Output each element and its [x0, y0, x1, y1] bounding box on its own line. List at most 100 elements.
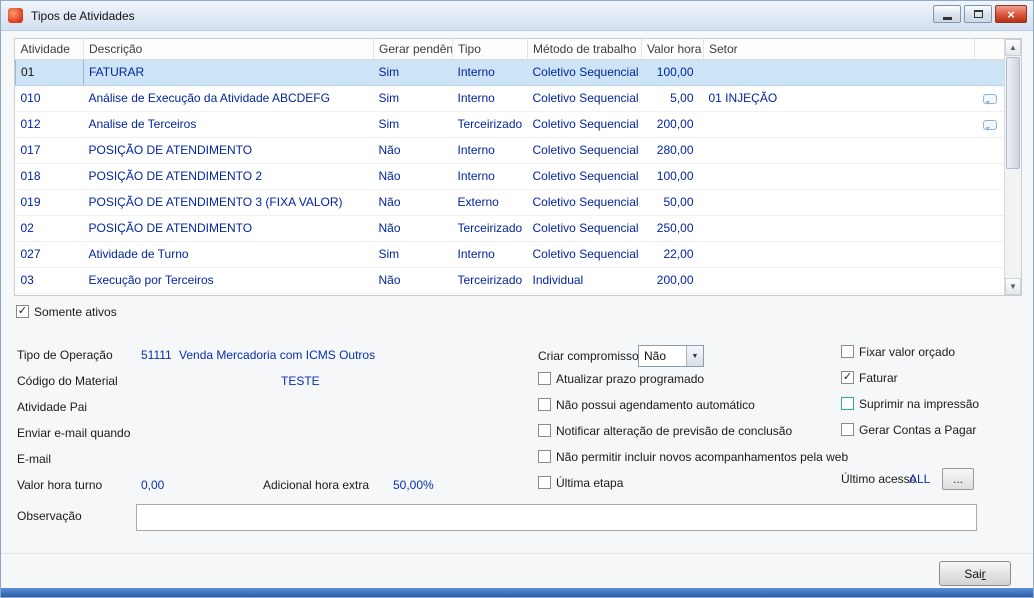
cell-tipo[interactable]: Interno [452, 85, 528, 112]
cell-valor_hora[interactable]: 22,00 [641, 241, 704, 268]
cell-metodo[interactable]: Coletivo Sequencial [527, 85, 642, 112]
cell-atividade[interactable]: 010 [15, 85, 84, 112]
tipo-operacao-code[interactable]: 51111 [141, 348, 172, 362]
column-header-metodo[interactable]: Método de trabalho [527, 39, 642, 60]
cell-metodo[interactable]: Coletivo Sequencial [527, 189, 642, 216]
checkbox-row-gerar-contas-a-pagar[interactable]: Gerar Contas a Pagar [841, 421, 979, 438]
cell-gerar_pendencia[interactable]: Não [373, 215, 453, 242]
cell-tipo[interactable]: Terceirizado [452, 267, 528, 294]
cell-descricao[interactable]: POSIÇÃO DE ATENDIMENTO 2 [83, 163, 374, 190]
checkbox-row-faturar[interactable]: ✓ Faturar [841, 369, 979, 386]
nao-possui-agendamento-automatico-checkbox[interactable] [538, 398, 551, 411]
observacao-input[interactable] [136, 504, 977, 531]
cell-valor_hora[interactable]: 280,00 [641, 137, 704, 164]
close-button[interactable]: × [995, 5, 1027, 23]
cell-atividade[interactable]: 019 [15, 189, 84, 216]
column-header-setor[interactable]: Setor [703, 39, 975, 60]
faturar-checkbox[interactable]: ✓ [841, 371, 854, 384]
cell-descricao[interactable]: FATURAR [83, 59, 374, 86]
cell-atividade[interactable]: 03 [15, 267, 84, 294]
cell-gerar_pendencia[interactable]: Não [373, 189, 453, 216]
cell-metodo[interactable]: Individual [527, 267, 642, 294]
nao-permitir-incluir-acompanhamentos-web-checkbox[interactable] [538, 450, 551, 463]
activity-row[interactable]: 027 Atividade de Turno Sim Interno Coletivo … [15, 241, 1005, 268]
activity-row[interactable]: 02 POSIÇÃO DE ATENDIMENTO Não Terceirizado C… [15, 215, 1005, 242]
cell-metodo[interactable]: Coletivo Sequencial [527, 163, 642, 190]
cell-valor_hora[interactable]: 200,00 [641, 111, 704, 138]
minimize-button[interactable] [933, 5, 961, 23]
activity-row[interactable]: 017 POSIÇÃO DE ATENDIMENTO Não Interno Colet… [15, 137, 1005, 164]
cell-valor_hora[interactable]: 100,00 [641, 163, 704, 190]
cell-descricao[interactable]: POSIÇÃO DE ATENDIMENTO [83, 215, 374, 242]
cell-descricao[interactable]: Analise de Terceiros [83, 111, 374, 138]
activity-row[interactable]: 012 Analise de Terceiros Sim Terceirizado Co… [15, 111, 1005, 138]
cell-setor[interactable] [703, 111, 975, 138]
cell-valor_hora[interactable]: 5,00 [641, 85, 704, 112]
column-header-valor_hora[interactable]: Valor hora [641, 39, 704, 60]
column-header-gerar_pendencia[interactable]: Gerar pendência [373, 39, 453, 60]
checkbox-row-notificar-alteracao-previsao-conclusao[interactable]: Notificar alteração de previsão de concl… [538, 422, 848, 439]
ultimo-acesso-browse-button[interactable]: ... [942, 468, 974, 490]
cell-valor_hora[interactable]: 250,00 [641, 215, 704, 242]
codigo-material-value[interactable]: TESTE [281, 374, 320, 388]
cell-descricao[interactable]: Análise de Execução da Atividade ABCDEFG [83, 85, 374, 112]
cell-atividade[interactable]: 01 [15, 58, 84, 86]
cell-valor_hora[interactable]: 50,00 [641, 189, 704, 216]
activity-row[interactable]: 01 FATURAR Sim Interno Coletivo Sequencial 10… [15, 58, 1005, 86]
cell-gerar_pendencia[interactable]: Sim [373, 111, 453, 138]
cell-setor[interactable] [703, 163, 975, 190]
chevron-down-icon[interactable]: ▼ [686, 346, 703, 366]
cell-valor_hora[interactable]: 100,00 [641, 59, 704, 86]
sair-button[interactable]: Sai r [939, 561, 1011, 586]
cell-atividade[interactable]: 027 [15, 241, 84, 268]
column-header-descricao[interactable]: Descrição [83, 39, 374, 60]
cell-setor[interactable] [703, 59, 975, 86]
scroll-down-arrow[interactable]: ▼ [1005, 278, 1021, 295]
cell-metodo[interactable]: Coletivo Sequencial [527, 137, 642, 164]
note-bubble-icon[interactable] [982, 93, 997, 105]
valor-hora-turno-value[interactable]: 0,00 [141, 478, 164, 492]
cell-tipo[interactable]: Interno [452, 241, 528, 268]
gerar-contas-a-pagar-checkbox[interactable] [841, 423, 854, 436]
cell-gerar_pendencia[interactable]: Sim [373, 59, 453, 86]
maximize-button[interactable] [964, 5, 992, 23]
checkbox-row-suprimir-na-impressao[interactable]: Suprimir na impressão [841, 395, 979, 412]
criar-compromisso-select[interactable]: Não ▼ [638, 345, 704, 367]
cell-tipo[interactable]: Terceirizado [452, 111, 528, 138]
scroll-up-arrow[interactable]: ▲ [1005, 39, 1021, 56]
checkbox-row-ultima-etapa[interactable]: Última etapa [538, 474, 848, 491]
suprimir-na-impressao-checkbox[interactable] [841, 397, 854, 410]
fixar-valor-orcado-checkbox[interactable] [841, 345, 854, 358]
cell-valor_hora[interactable]: 200,00 [641, 267, 704, 294]
cell-gerar_pendencia[interactable]: Sim [373, 241, 453, 268]
cell-descricao[interactable]: Atividade de Turno [83, 241, 374, 268]
ultimo-acesso-value[interactable]: ALL [909, 472, 930, 486]
cell-gerar_pendencia[interactable]: Não [373, 267, 453, 294]
adicional-hora-extra-value[interactable]: 50,00% [393, 478, 434, 492]
scroll-thumb[interactable] [1006, 57, 1020, 169]
cell-setor[interactable]: 01 INJEÇÃO [703, 85, 975, 112]
checkbox-row-nao-possui-agendamento-automatico[interactable]: Não possui agendamento automático [538, 396, 848, 413]
vertical-scrollbar[interactable]: ▲ ▼ [1004, 39, 1021, 295]
cell-tipo[interactable]: Interno [452, 59, 528, 86]
column-header-tipo[interactable]: Tipo [452, 39, 528, 60]
somente-ativos-checkbox[interactable]: ✓ [16, 305, 29, 318]
notificar-alteracao-previsao-conclusao-checkbox[interactable] [538, 424, 551, 437]
cell-gerar_pendencia[interactable]: Não [373, 137, 453, 164]
activity-row[interactable]: 010 Análise de Execução da Atividade ABCD… [15, 85, 1005, 112]
column-header-atividade[interactable]: Atividade [15, 39, 84, 60]
cell-setor[interactable] [703, 137, 975, 164]
cell-setor[interactable] [703, 267, 975, 294]
cell-gerar_pendencia[interactable]: Sim [373, 85, 453, 112]
checkbox-row-fixar-valor-orcado[interactable]: Fixar valor orçado [841, 343, 979, 360]
cell-tipo[interactable]: Interno [452, 137, 528, 164]
cell-gerar_pendencia[interactable]: Não [373, 163, 453, 190]
cell-atividade[interactable]: 018 [15, 163, 84, 190]
cell-atividade[interactable]: 017 [15, 137, 84, 164]
cell-metodo[interactable]: Coletivo Sequencial [527, 111, 642, 138]
checkbox-row-nao-permitir-incluir-acompanhamentos-web[interactable]: Não permitir incluir novos acompanhament… [538, 448, 848, 465]
activity-row[interactable]: 019 POSIÇÃO DE ATENDIMENTO 3 (FIXA VALOR)… [15, 189, 1005, 216]
cell-atividade[interactable]: 012 [15, 111, 84, 138]
ultima-etapa-checkbox[interactable] [538, 476, 551, 489]
cell-setor[interactable] [703, 189, 975, 216]
